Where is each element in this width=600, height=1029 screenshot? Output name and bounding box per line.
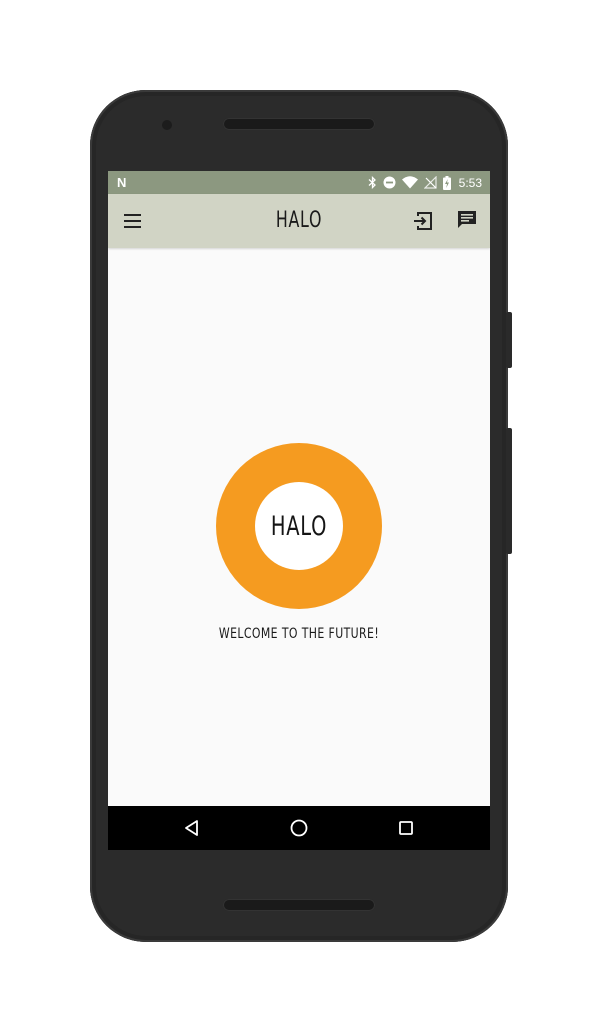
halo-logo-center: HALO (255, 482, 343, 570)
recents-icon[interactable] (396, 818, 416, 838)
front-camera (162, 120, 172, 130)
device-frame: N 5:53 HALO HALO WELCOME TO THE FUTURE! (0, 0, 600, 1029)
no-sim-icon (423, 176, 437, 189)
welcome-message: WELCOME TO THE FUTURE! (218, 626, 380, 642)
logo-text: HALO (270, 511, 328, 542)
bluetooth-icon (368, 176, 377, 189)
status-icons: 5:53 (368, 174, 482, 191)
status-bar: N 5:53 (108, 171, 490, 194)
halo-logo: HALO (216, 443, 382, 609)
battery-charging-icon (442, 175, 451, 190)
navigation-bar (108, 806, 490, 850)
chat-icon[interactable] (456, 209, 478, 231)
screen: N 5:53 HALO HALO WELCOME TO THE FUTURE! (108, 171, 490, 850)
top-speaker-grille (223, 118, 375, 130)
status-time: 5:53 (458, 175, 482, 190)
n-notification-icon: N (117, 175, 127, 190)
wifi-icon (401, 176, 418, 189)
volume-rocker (506, 428, 512, 554)
power-button (506, 312, 512, 368)
bottom-speaker-grille (223, 899, 375, 911)
app-title: HALO (275, 208, 323, 233)
home-icon[interactable] (289, 818, 309, 838)
hamburger-menu-icon[interactable] (122, 212, 144, 230)
login-icon[interactable] (412, 210, 434, 232)
do-not-disturb-icon (383, 176, 396, 189)
back-icon[interactable] (182, 818, 202, 838)
app-bar: HALO (108, 194, 490, 248)
